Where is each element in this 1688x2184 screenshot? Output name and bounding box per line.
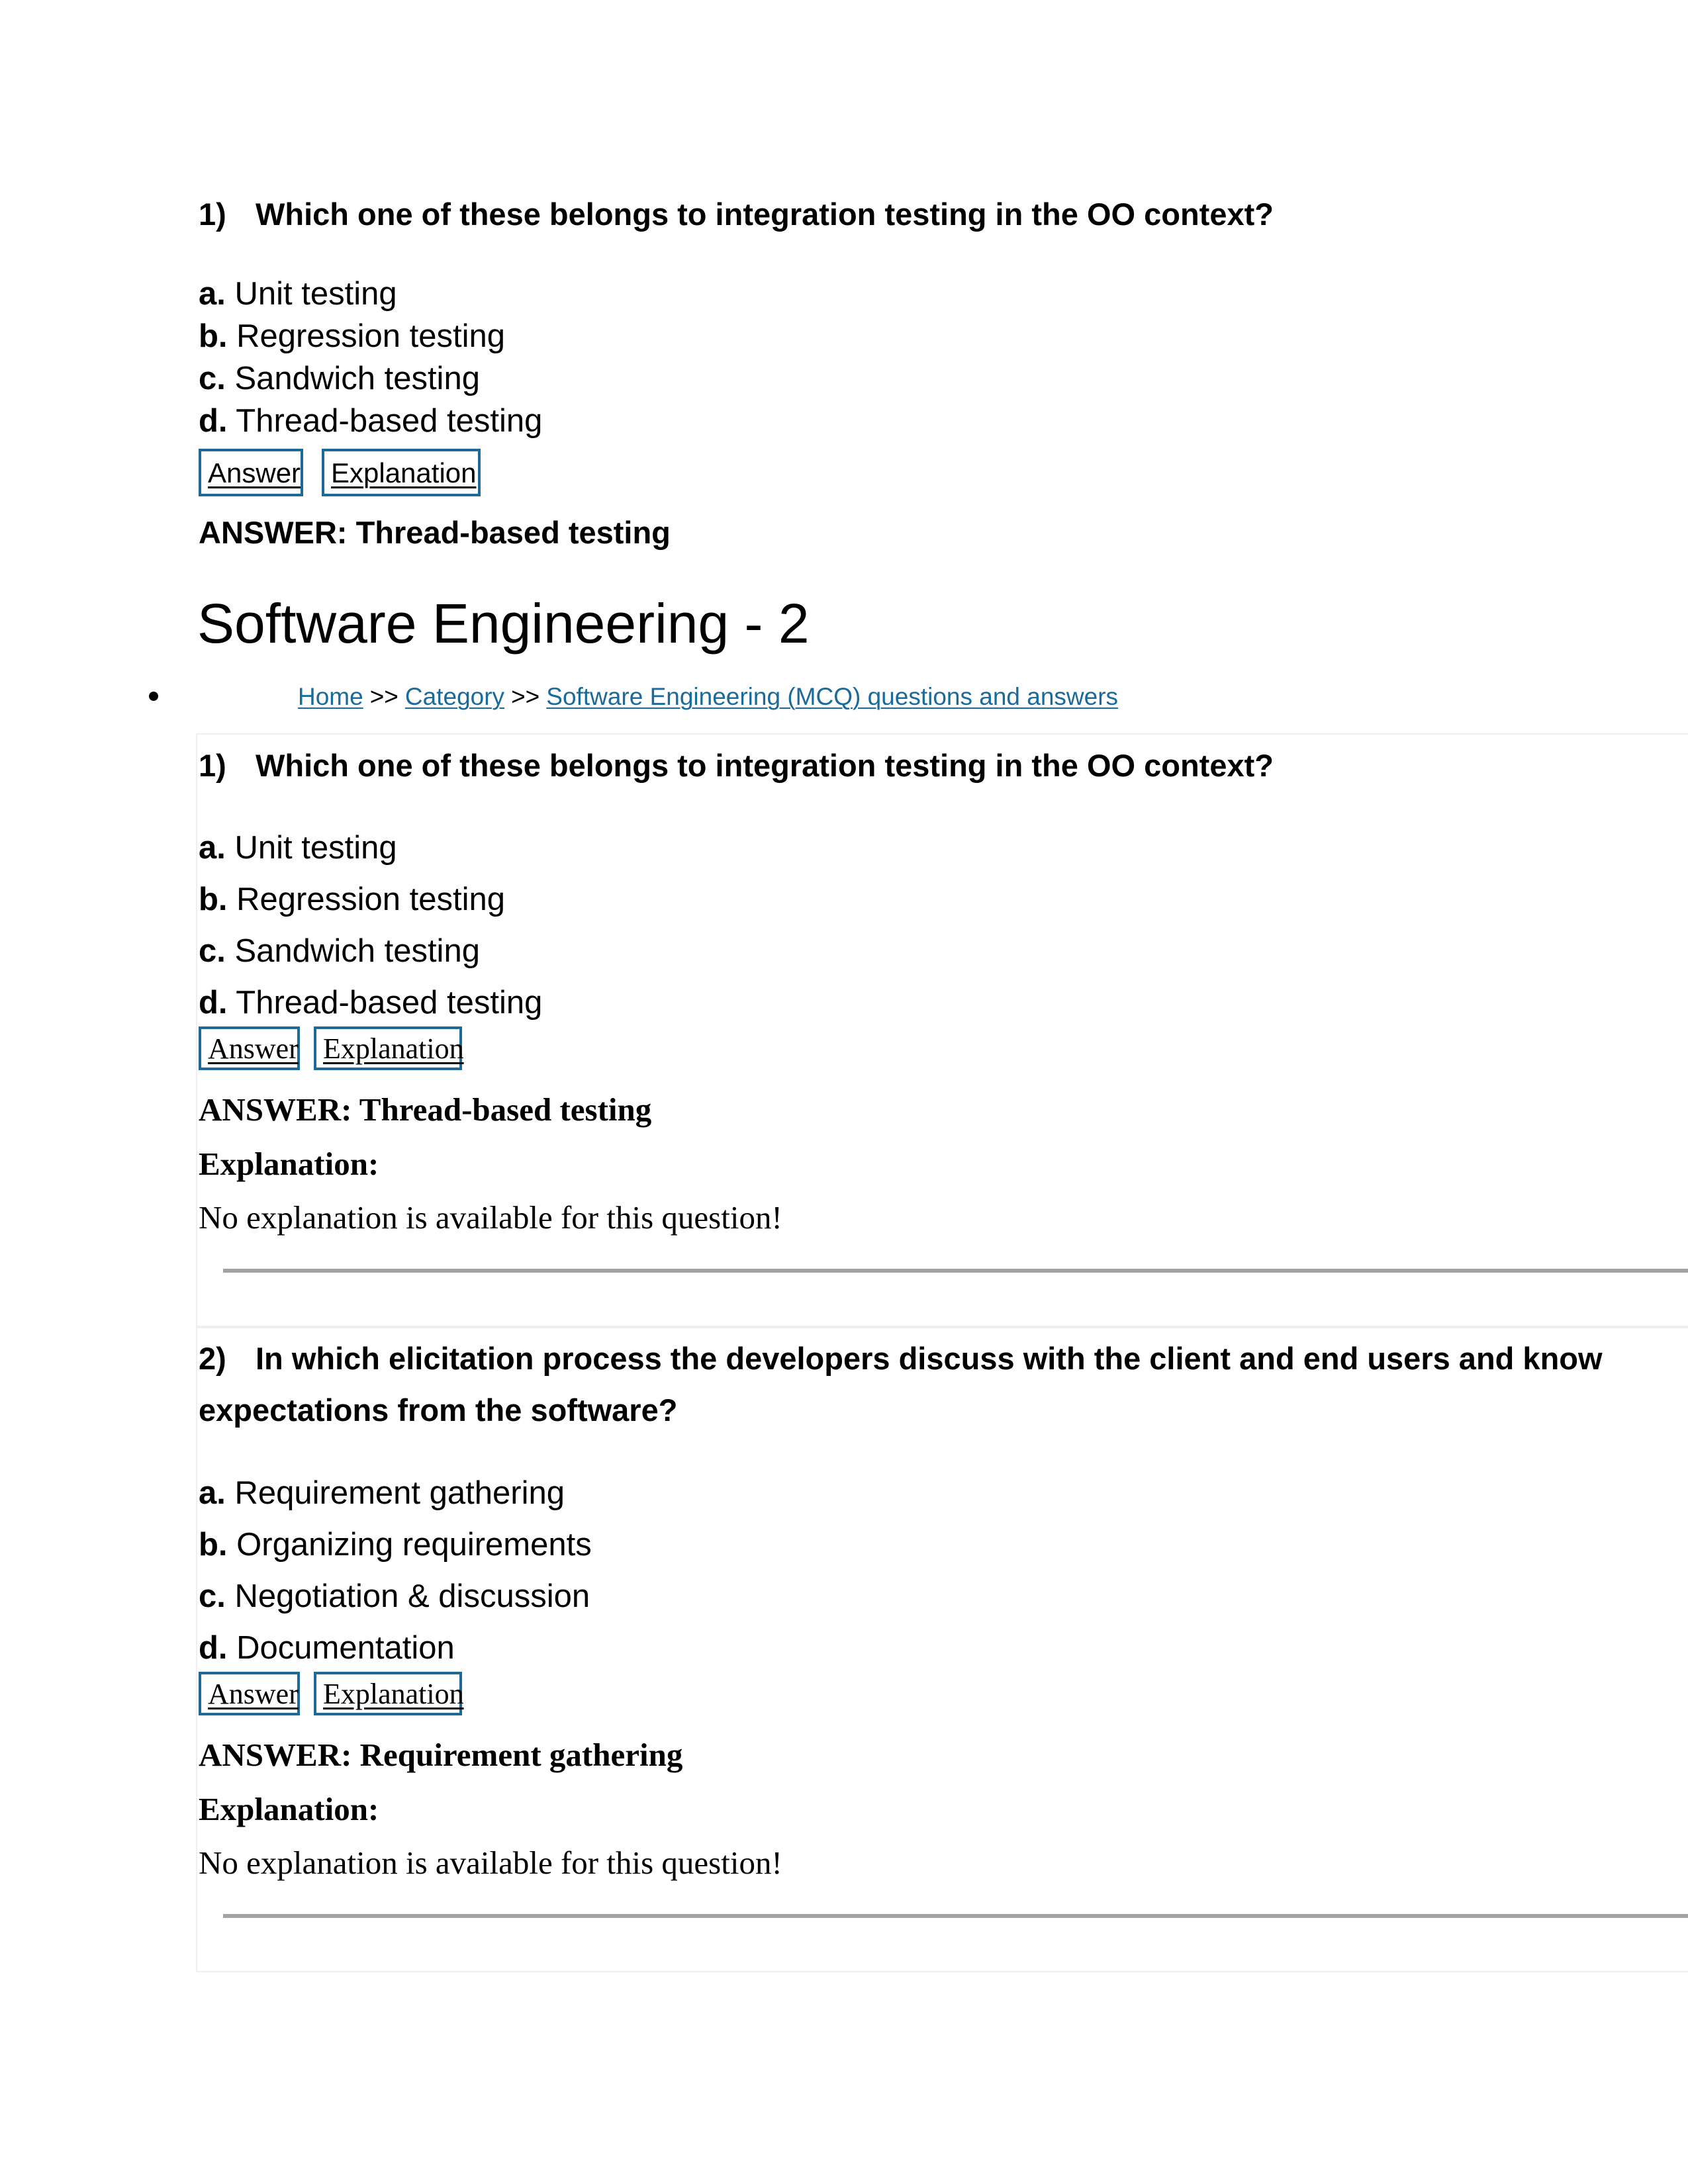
question-text: Which one of these belongs to integratio… <box>256 748 1274 783</box>
option-b: b. Regression testing <box>199 320 505 353</box>
question-title: 1) Which one of these belongs to integrat… <box>199 750 1274 781</box>
option-a: a. Requirement gathering <box>199 1477 565 1510</box>
option-d: d. Documentation <box>199 1632 455 1664</box>
option-d: d. Thread-based testing <box>199 405 542 437</box>
explanation-button[interactable]: Explanation <box>314 1672 464 1715</box>
answer-text: ANSWER: Thread-based testing <box>199 515 671 550</box>
option-text: Sandwich testing <box>234 933 480 969</box>
question-number: 1) <box>199 748 226 783</box>
option-letter: a. <box>199 1475 226 1511</box>
page-title: Software Engineering - 2 <box>197 592 810 655</box>
question-text: Which one of these belongs to integratio… <box>256 197 1274 232</box>
option-letter: c. <box>199 1578 226 1614</box>
option-letter: b. <box>199 1527 228 1563</box>
question-number: 1) <box>199 197 226 232</box>
breadcrumb-separator: >> <box>511 683 540 710</box>
answer-text: ANSWER: Requirement gathering <box>199 1737 683 1773</box>
breadcrumb-home-link[interactable]: Home <box>298 683 363 710</box>
answer-button[interactable]: Answer <box>199 1672 300 1715</box>
breadcrumb-category-link[interactable]: Category <box>405 683 504 710</box>
option-letter: c. <box>199 933 226 969</box>
question-title: 1) Which one of these belongs to integrat… <box>199 199 1274 230</box>
option-d: d. Thread-based testing <box>199 987 542 1019</box>
option-a: a. Unit testing <box>199 278 397 310</box>
option-text: Unit testing <box>234 830 397 866</box>
option-text: Negotiation & discussion <box>234 1578 590 1614</box>
option-letter: a. <box>199 276 226 312</box>
bullet-icon <box>149 692 158 701</box>
option-letter: d. <box>199 403 228 439</box>
explanation-text: No explanation is available for this que… <box>199 1199 782 1236</box>
option-letter: d. <box>199 985 228 1021</box>
explanation-text: No explanation is available for this que… <box>199 1844 782 1881</box>
option-text: Documentation <box>236 1630 455 1666</box>
option-text: Thread-based testing <box>236 985 543 1021</box>
question-number: 2) <box>199 1341 226 1376</box>
explanation-button[interactable]: Explanation <box>322 449 481 496</box>
option-letter: b. <box>199 318 228 354</box>
answer-text: ANSWER: Thread-based testing <box>199 1091 652 1128</box>
explanation-label: Explanation: <box>199 1791 379 1827</box>
breadcrumb-separator: >> <box>369 683 399 710</box>
divider <box>223 1269 1688 1273</box>
option-a: a. Unit testing <box>199 832 397 864</box>
option-c: c. Sandwich testing <box>199 935 480 968</box>
breadcrumb-topic-link[interactable]: Software Engineering (MCQ) questions and… <box>546 683 1118 710</box>
option-c: c. Negotiation & discussion <box>199 1580 590 1613</box>
option-text: Regression testing <box>236 882 506 917</box>
option-letter: c. <box>199 361 226 396</box>
option-letter: a. <box>199 830 226 866</box>
question-text-line2: expectations from the software? <box>199 1392 678 1428</box>
answer-button[interactable]: Answer <box>199 1026 300 1070</box>
option-c: c. Sandwich testing <box>199 363 480 395</box>
breadcrumb-trail: Home >> Category >> Software Engineering (MC… <box>298 684 1118 709</box>
answer-button[interactable]: Answer <box>199 449 303 496</box>
explanation-label: Explanation: <box>199 1146 379 1182</box>
option-letter: b. <box>199 882 228 917</box>
option-text: Unit testing <box>234 276 397 312</box>
divider <box>223 1914 1688 1918</box>
explanation-button[interactable]: Explanation <box>314 1026 464 1070</box>
option-b: b. Organizing requirements <box>199 1529 592 1561</box>
question-text-line1: In which elicitation process the develop… <box>256 1341 1603 1376</box>
option-text: Sandwich testing <box>234 361 480 396</box>
option-text: Requirement gathering <box>234 1475 565 1511</box>
option-letter: d. <box>199 1630 228 1666</box>
option-b: b. Regression testing <box>199 884 505 916</box>
option-text: Regression testing <box>236 318 506 354</box>
question-title: 2) In which elicitation process the devel… <box>199 1343 1603 1374</box>
option-text: Thread-based testing <box>236 403 543 439</box>
option-text: Organizing requirements <box>236 1527 592 1563</box>
